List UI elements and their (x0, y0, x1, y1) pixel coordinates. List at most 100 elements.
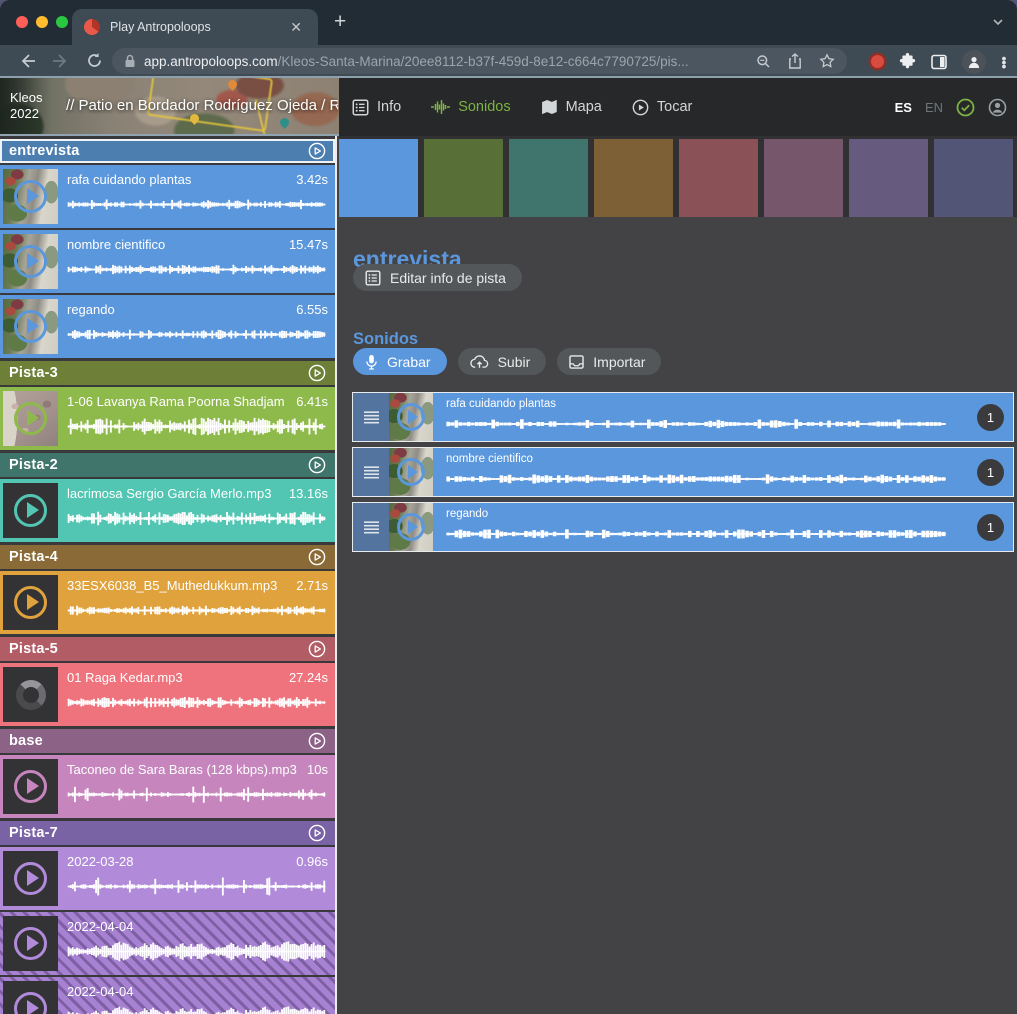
play-track-icon[interactable] (308, 824, 326, 842)
play-icon[interactable] (14, 310, 47, 343)
sidebar-sound-item[interactable]: Taconeo de Sara Baras (128 kbps).mp3 10s (0, 755, 335, 818)
browser-menu-icon[interactable]: ••• (1001, 56, 1007, 68)
lang-en-button[interactable]: EN (925, 100, 943, 115)
sound-thumbnail[interactable] (389, 393, 433, 441)
sound-title: Taconeo de Sara Baras (128 kbps).mp3 (67, 762, 299, 777)
drag-handle[interactable] (353, 503, 389, 551)
back-button[interactable] (18, 52, 36, 70)
drag-handle[interactable] (353, 393, 389, 441)
play-icon[interactable] (14, 992, 47, 1014)
play-track-icon[interactable] (308, 142, 326, 160)
track-color-tab-1[interactable] (424, 139, 503, 217)
address-bar[interactable]: app.antropoloops.com/Kleos-Santa-Marina/… (112, 48, 847, 74)
sound-row[interactable]: nombre cientifico 1 (352, 447, 1014, 497)
play-icon[interactable] (397, 458, 425, 486)
track-color-tab-4[interactable] (679, 139, 758, 217)
recording-extension-icon[interactable] (871, 55, 884, 68)
bookmark-star-icon[interactable] (819, 53, 835, 69)
new-tab-button[interactable]: + (334, 11, 346, 32)
track-header[interactable]: Pista-2 (0, 453, 335, 477)
track-header[interactable]: Pista-4 (0, 545, 335, 569)
play-icon[interactable] (14, 770, 47, 803)
sidebar-sound-item[interactable]: 33ESX6038_B5_Muthedukkum.mp3 2.71s (0, 571, 335, 634)
sound-thumbnail[interactable] (3, 575, 58, 630)
sound-row[interactable]: rafa cuidando plantas 1 (352, 392, 1014, 442)
forward-button[interactable] (52, 52, 70, 70)
track-color-tab-2[interactable] (509, 139, 588, 217)
play-icon[interactable] (14, 245, 47, 278)
account-icon[interactable] (988, 98, 1007, 117)
lang-es-button[interactable]: ES (895, 100, 912, 115)
sound-thumbnail[interactable] (3, 391, 58, 446)
sound-thumbnail[interactable] (3, 759, 58, 814)
sound-thumbnail[interactable] (389, 448, 433, 496)
track-color-tab-6[interactable] (849, 139, 928, 217)
edit-track-info-button[interactable]: Editar info de pista (353, 264, 522, 291)
close-window-button[interactable] (16, 16, 28, 28)
grabar-button[interactable]: Grabar (353, 348, 447, 375)
side-panel-icon[interactable] (931, 54, 947, 70)
minimize-window-button[interactable] (36, 16, 48, 28)
drag-handle[interactable] (353, 448, 389, 496)
sound-thumbnail[interactable] (3, 851, 58, 906)
play-track-icon[interactable] (308, 364, 326, 382)
track-color-tab-0[interactable] (339, 139, 418, 217)
track-header[interactable]: Pista-3 (0, 361, 335, 385)
nav-item-mapa[interactable]: Mapa (541, 99, 602, 115)
sidebar-sound-item[interactable]: lacrimosa Sergio García Merlo.mp3 13.16s (0, 479, 335, 542)
play-track-icon[interactable] (308, 732, 326, 750)
nav-item-sonidos[interactable]: Sonidos (431, 99, 510, 115)
play-icon[interactable] (14, 494, 47, 527)
sound-thumbnail[interactable] (3, 169, 58, 224)
tab-close-icon[interactable]: ✕ (286, 18, 306, 36)
sound-row[interactable]: regando 1 (352, 502, 1014, 552)
sound-thumbnail[interactable] (3, 981, 58, 1014)
track-color-tab-5[interactable] (764, 139, 843, 217)
sidebar-sound-item[interactable]: 01 Raga Kedar.mp3 27.24s (0, 663, 335, 726)
track-header[interactable]: Pista-7 (0, 821, 335, 845)
sound-thumbnail[interactable] (3, 234, 58, 289)
status-check-icon[interactable] (956, 98, 975, 117)
sidebar-sound-item[interactable]: 1-06 Lavanya Rama Poorna Shadjam Rupak..… (0, 387, 335, 450)
play-track-icon[interactable] (308, 640, 326, 658)
track-color-tab-3[interactable] (594, 139, 673, 217)
sound-thumbnail[interactable] (3, 667, 58, 722)
play-icon[interactable] (14, 586, 47, 619)
play-icon[interactable] (397, 403, 425, 431)
extensions-puzzle-icon[interactable] (899, 53, 916, 70)
play-icon[interactable] (14, 862, 47, 895)
play-icon[interactable] (14, 927, 47, 960)
profile-avatar[interactable] (962, 50, 986, 74)
tab-favicon-icon (84, 19, 100, 35)
sidebar-sound-item[interactable]: 2022-04-04 (0, 977, 335, 1014)
sidebar-sound-item[interactable]: regando 6.55s (0, 295, 335, 358)
nav-item-info[interactable]: Info (352, 99, 401, 116)
play-icon[interactable] (14, 402, 47, 435)
sound-thumbnail[interactable] (3, 916, 58, 971)
nav-item-tocar[interactable]: Tocar (632, 99, 692, 116)
track-header[interactable]: base (0, 729, 335, 753)
sound-thumbnail[interactable] (3, 483, 58, 538)
sidebar-sound-item[interactable]: 2022-03-28 0.96s (0, 847, 335, 910)
app-logo[interactable]: Kleos 2022 (10, 90, 43, 122)
zoom-icon[interactable] (756, 54, 771, 69)
play-icon[interactable] (397, 513, 425, 541)
subir-button[interactable]: Subir (458, 348, 547, 375)
share-icon[interactable] (788, 53, 802, 69)
play-icon[interactable] (14, 180, 47, 213)
play-track-icon[interactable] (308, 548, 326, 566)
track-header[interactable]: Pista-5 (0, 637, 335, 661)
sidebar-sound-item[interactable]: rafa cuidando plantas 3.42s (0, 165, 335, 228)
sidebar-sound-item[interactable]: nombre cientifico 15.47s (0, 230, 335, 293)
reload-button[interactable] (86, 52, 103, 69)
sound-thumbnail[interactable] (389, 503, 433, 551)
importar-button[interactable]: Importar (557, 348, 661, 375)
track-color-tab-7[interactable] (934, 139, 1013, 217)
tab-search-chevron-icon[interactable] (991, 15, 1005, 34)
browser-tab[interactable]: Play Antropoloops ✕ (72, 9, 318, 45)
track-header[interactable]: entrevista (0, 139, 335, 163)
sidebar-sound-item[interactable]: 2022-04-04 (0, 912, 335, 975)
zoom-window-button[interactable] (56, 16, 68, 28)
play-track-icon[interactable] (308, 456, 326, 474)
sound-thumbnail[interactable] (3, 299, 58, 354)
